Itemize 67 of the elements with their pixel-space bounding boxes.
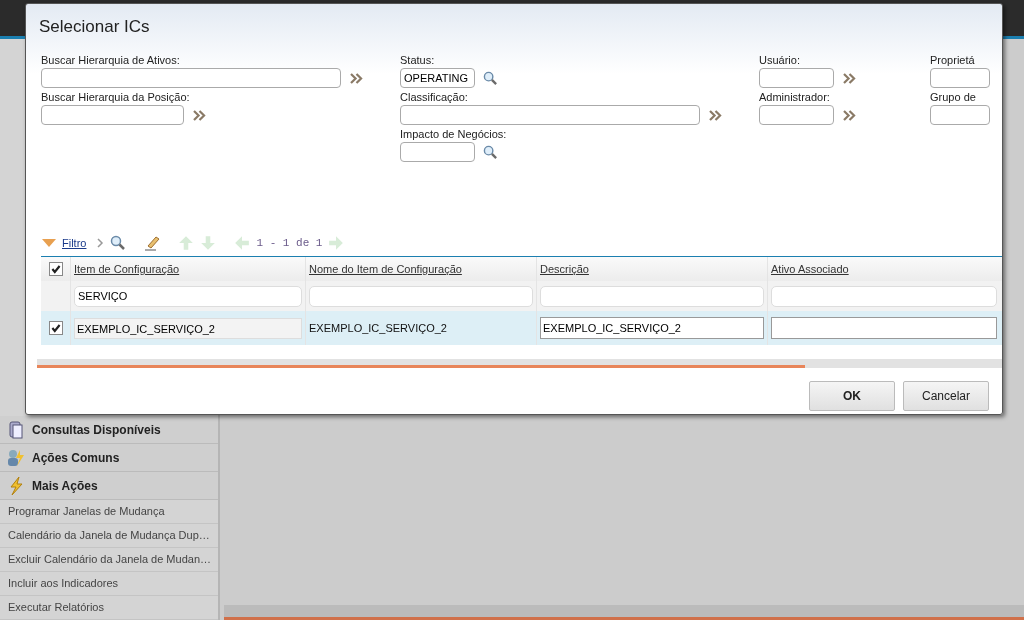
double-chevron-icon[interactable] [350, 72, 363, 84]
dialog-button[interactable]: Cancelar [903, 381, 989, 411]
input-field[interactable]: EXEMPLO_IC_SERVIÇO_2 [540, 317, 764, 339]
table-cell: EXEMPLO_IC_SERVIÇO_2 [309, 322, 447, 334]
dialog-button[interactable]: OK [809, 381, 895, 411]
column-filter-field[interactable] [540, 285, 764, 307]
document-icon [6, 419, 26, 440]
input-field[interactable] [41, 105, 184, 125]
section-title: Ações Comuns [32, 450, 120, 465]
dialog-title: Selecionar ICs [38, 16, 151, 38]
checkbox[interactable] [48, 321, 63, 335]
input-field[interactable]: OPERATING [400, 68, 475, 88]
sidebar-link[interactable]: Excluir Calendário da Janela de Mudan… [0, 548, 218, 572]
field-label: Grupo de [930, 91, 977, 105]
double-chevron-icon[interactable] [843, 109, 856, 121]
field-label: Proprietá [930, 54, 976, 68]
column-header[interactable]: Ativo Associado [771, 263, 849, 275]
column-filter-field[interactable] [309, 285, 533, 307]
checkbox[interactable] [48, 262, 63, 276]
column-filter-field[interactable] [771, 285, 997, 307]
filter-link[interactable]: Filtro [62, 237, 87, 249]
field-label: Classificação: [400, 91, 469, 105]
search-icon[interactable] [110, 235, 127, 251]
field-label: Usuário: [759, 54, 801, 68]
input-field[interactable] [41, 68, 341, 88]
input-field[interactable] [400, 105, 700, 125]
column-header[interactable]: Item de Configuração [74, 263, 180, 275]
sidebar-section-header[interactable]: Consultas Disponíveis [0, 416, 218, 444]
people-lightning-icon [6, 447, 26, 468]
sidebar-section-header[interactable]: Ações Comuns [0, 444, 218, 472]
field-label: Administrador: [759, 91, 831, 105]
sidebar-section-header[interactable]: Mais Ações [0, 472, 218, 500]
sidebar-link[interactable]: Programar Janelas de Mudança [0, 500, 218, 524]
double-chevron-icon[interactable] [843, 72, 856, 84]
left-arrow-icon[interactable] [234, 235, 251, 251]
input-field[interactable] [759, 105, 834, 125]
down-arrow-icon[interactable] [200, 235, 217, 251]
field-label: Buscar Hierarquia de Ativos: [41, 54, 181, 68]
double-chevron-icon[interactable] [709, 109, 722, 121]
input-field[interactable] [930, 68, 990, 88]
chevron-icon[interactable] [96, 237, 105, 249]
double-chevron-icon[interactable] [193, 109, 206, 121]
eraser-icon[interactable] [144, 235, 161, 251]
search-icon[interactable] [483, 70, 498, 86]
input-field[interactable] [759, 68, 834, 88]
field-label: Impacto de Negócios: [400, 128, 508, 142]
section-title: Consultas Disponíveis [32, 422, 161, 437]
filter-triangle-icon[interactable] [42, 239, 56, 247]
right-arrow-icon[interactable] [328, 235, 345, 251]
readonly-field: EXEMPLO_IC_SERVIÇO_2 [74, 317, 302, 339]
input-field[interactable] [930, 105, 990, 125]
column-filter-field[interactable]: SERVIÇO [74, 285, 302, 307]
section-title: Mais Ações [32, 478, 98, 493]
horizontal-scrollbar[interactable] [37, 359, 1002, 368]
sidebar-link[interactable]: Incluir aos Indicadores [0, 572, 218, 596]
field-label: Status: [400, 54, 436, 68]
table-row[interactable]: EXEMPLO_IC_SERVIÇO_2 EXEMPLO_IC_SERVIÇO_2 EXEMPLO_IC_SERVIÇO_2 [41, 311, 1002, 345]
pagination-text: 1 - 1 de 1 [256, 237, 323, 249]
sidebar-link[interactable]: Executar Relatórios [0, 596, 218, 620]
up-arrow-icon[interactable] [178, 235, 195, 251]
input-field[interactable] [771, 317, 997, 339]
field-label: Buscar Hierarquia da Posição: [41, 91, 191, 105]
column-header[interactable]: Descrição [540, 263, 589, 275]
sidebar-link[interactable]: Calendário da Janela de Mudança Dup… [0, 524, 218, 548]
column-header[interactable]: Nome do Item de Configuração [309, 263, 462, 275]
input-field[interactable] [400, 142, 475, 162]
search-icon[interactable] [483, 144, 498, 160]
